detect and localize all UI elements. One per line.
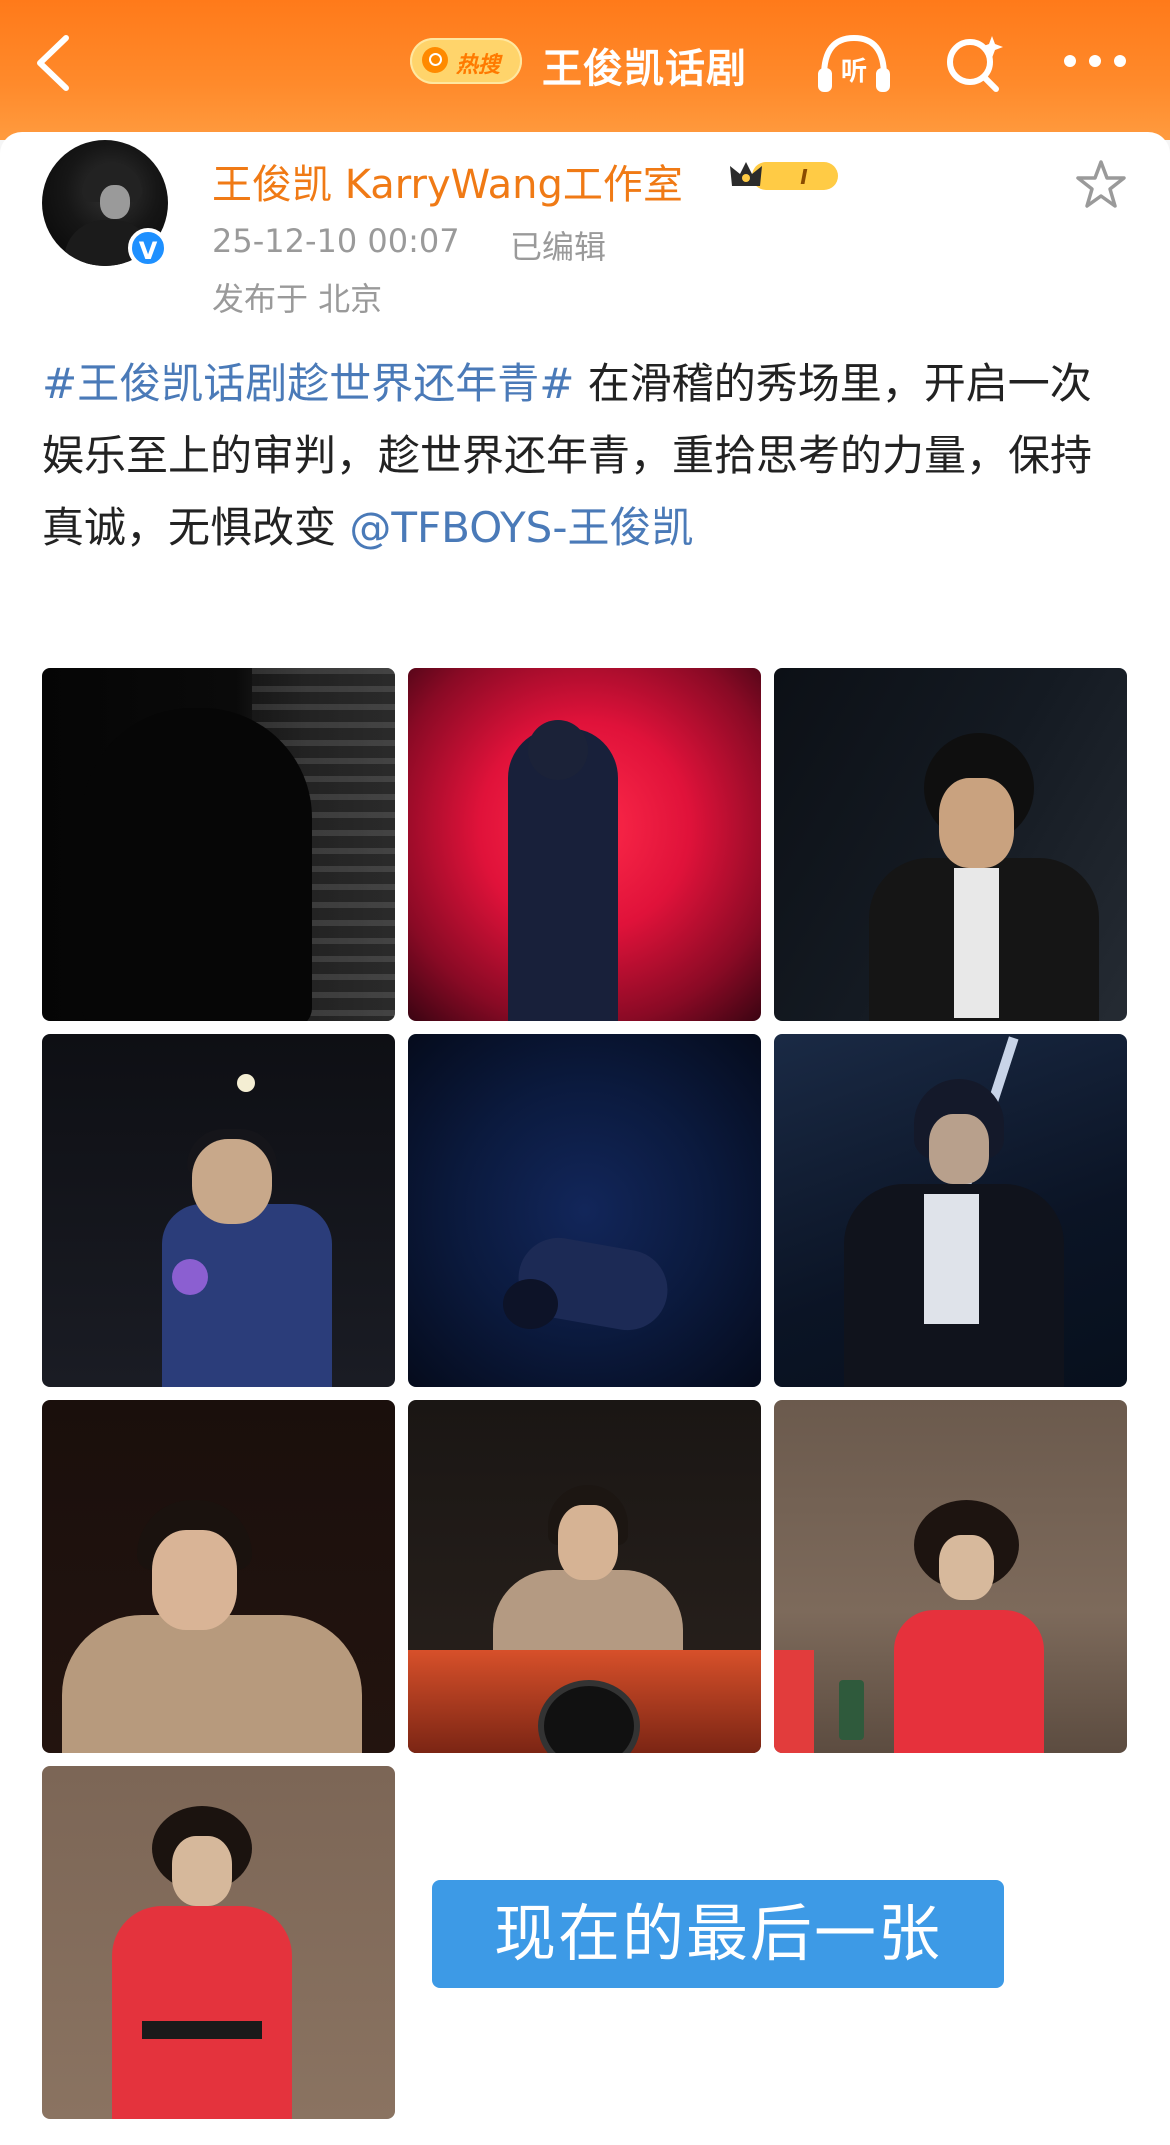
hashtag-link[interactable]: #王俊凯话剧趁世界还年青# bbox=[42, 359, 574, 408]
hot-search-icon bbox=[422, 47, 448, 73]
more-dots-icon[interactable] bbox=[1060, 50, 1130, 72]
hot-search-badge[interactable]: 热搜 bbox=[410, 38, 522, 84]
page-title: 王俊凯话剧 bbox=[542, 46, 747, 92]
listen-label: 听 bbox=[841, 57, 867, 87]
listen-headphones-icon[interactable]: 听 bbox=[814, 30, 894, 96]
photo-3[interactable] bbox=[774, 668, 1127, 1021]
verified-v-icon: V bbox=[128, 228, 168, 268]
photo-1[interactable] bbox=[42, 668, 395, 1021]
photo-4[interactable] bbox=[42, 1034, 395, 1387]
edited-label[interactable]: 已编辑 bbox=[510, 222, 606, 268]
photo-7[interactable] bbox=[42, 1400, 395, 1753]
photo-2[interactable] bbox=[408, 668, 761, 1021]
post-location: 发布于 北京 bbox=[212, 280, 383, 318]
search-sparkle-icon[interactable] bbox=[940, 30, 1010, 96]
star-icon[interactable] bbox=[1074, 158, 1128, 212]
photo-8[interactable] bbox=[408, 1400, 761, 1753]
photo-6[interactable] bbox=[774, 1034, 1127, 1387]
post-body: #王俊凯话剧趁世界还年青# 在滑稽的秀场里，开启一次娱乐至上的审判，趁世界还年青… bbox=[42, 348, 1132, 564]
mention-link[interactable]: @TFBOYS-王俊凯 bbox=[349, 503, 693, 552]
author-name[interactable]: 王俊凯 KarryWang工作室 bbox=[212, 152, 683, 210]
photo-10[interactable] bbox=[42, 1766, 395, 2119]
hot-search-label: 热搜 bbox=[456, 53, 501, 78]
overlay-caption: 现在的最后一张 bbox=[432, 1880, 1004, 1988]
photo-9[interactable] bbox=[774, 1400, 1127, 1753]
post-timestamp: 25-12-10 00:07 bbox=[212, 222, 460, 260]
membership-crown-badge[interactable]: I bbox=[726, 156, 841, 196]
photo-5[interactable] bbox=[408, 1034, 761, 1387]
back-arrow-icon[interactable] bbox=[28, 28, 78, 98]
membership-level-label: I bbox=[800, 165, 808, 189]
top-bar: 热搜 王俊凯话剧 听 bbox=[0, 0, 1170, 140]
